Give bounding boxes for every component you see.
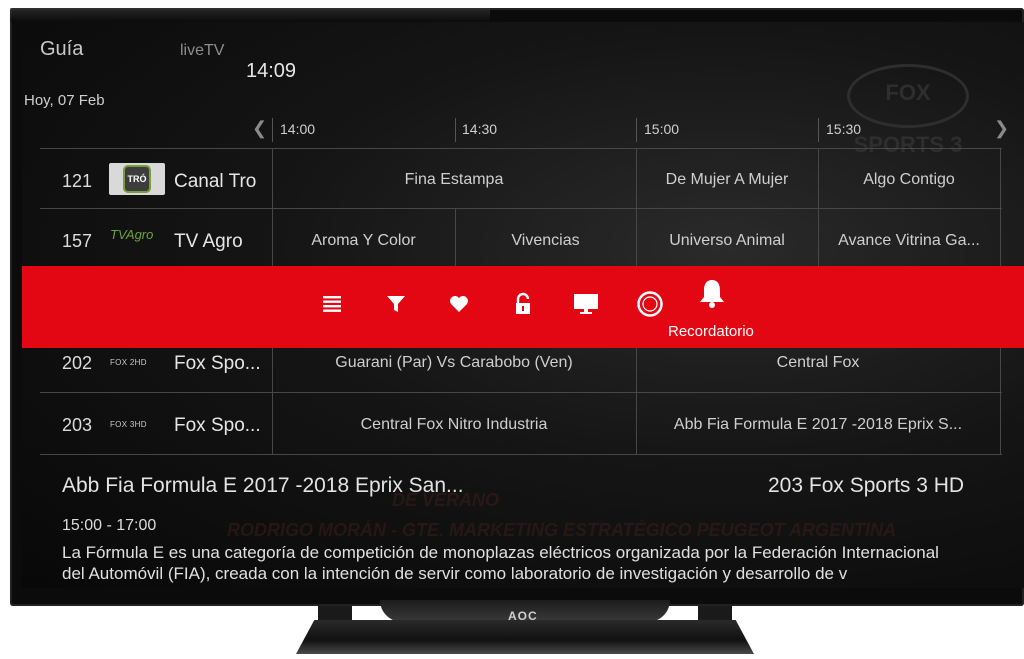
background-banner-line2: RODRIGO MORÁN - GTE. MARKETING ESTRATÉGI…	[227, 520, 897, 540]
program-cell[interactable]: Guarani (Par) Vs Carabobo (Ven)	[273, 354, 635, 372]
channel-name: Canal Tro	[174, 171, 257, 192]
grid-line	[40, 208, 1002, 209]
tv-stand-base	[296, 620, 754, 654]
program-cell[interactable]: Fina Estampa	[273, 171, 635, 189]
background-channel-logo: FOX SPORTS 3	[847, 64, 969, 157]
channel-number: 157	[62, 231, 93, 251]
time-tick	[818, 118, 819, 142]
guide-title: Guía	[40, 38, 84, 60]
reminder-label: Recordatorio	[668, 323, 754, 340]
program-description-line: del Automóvil (FIA), creada con la inten…	[62, 564, 848, 583]
livetv-label: liveTV	[180, 42, 225, 59]
channel-number: 203	[62, 415, 93, 435]
program-cell[interactable]: Aroma Y Color	[273, 232, 454, 250]
channel-logo: FOX 3HD	[110, 420, 147, 429]
filter-icon[interactable]	[382, 290, 410, 318]
channel-logo: TRÓ	[109, 163, 165, 195]
program-cell[interactable]: Central Fox	[637, 354, 999, 372]
program-cell[interactable]: Algo Contigo	[819, 171, 999, 189]
channel-logo: TVAgro	[110, 227, 154, 242]
program-time: 15:00 - 17:00	[62, 517, 157, 534]
grid-line	[40, 392, 1002, 393]
timeline-time-label: 15:00	[644, 121, 680, 137]
program-description-line: La Fórmula E es una categoría de competi…	[62, 543, 939, 562]
lock-icon[interactable]	[509, 290, 537, 318]
channel-logo-text: TRÓ	[123, 165, 151, 193]
tv-gloss	[10, 8, 490, 22]
time-tick	[272, 118, 273, 142]
channel-number: 121	[62, 171, 93, 191]
channel-name: TV Agro	[174, 231, 243, 252]
channel-logo: FOX 2HD	[110, 358, 147, 367]
time-tick	[455, 118, 456, 142]
channel-number: 202	[62, 353, 93, 373]
program-cell[interactable]: Vivencias	[456, 232, 635, 250]
grid-line	[1000, 348, 1001, 454]
guide-date: Hoy, 07 Feb	[24, 92, 105, 109]
timeline-next-arrow-icon[interactable]: ❯	[994, 118, 1009, 139]
program-cell[interactable]: Universo Animal	[637, 232, 817, 250]
timeline-prev-arrow-icon[interactable]: ❮	[252, 118, 267, 139]
time-tick	[636, 118, 637, 142]
current-time: 14:09	[246, 60, 297, 82]
grid-line	[40, 454, 1002, 455]
monitor-icon[interactable]	[572, 290, 600, 318]
heart-icon[interactable]	[445, 290, 473, 318]
program-cell[interactable]: Avance Vitrina Ga...	[819, 232, 999, 250]
program-title: Abb Fia Formula E 2017 -2018 Eprix San..…	[62, 474, 464, 497]
channel-name: Fox Spo...	[174, 415, 261, 436]
timeline-time-label: 14:00	[280, 121, 316, 137]
program-cell[interactable]: Central Fox Nitro Industria	[273, 416, 635, 434]
channel-name: Fox Spo...	[174, 353, 261, 374]
program-cell[interactable]: De Mujer A Mujer	[637, 171, 817, 189]
program-channel: 203 Fox Sports 3 HD	[768, 474, 965, 497]
bell-icon[interactable]	[697, 276, 727, 310]
tv-brand-logo: AOC	[508, 609, 538, 623]
timeline-time-label: 14:30	[462, 121, 498, 137]
program-description: La Fórmula E es una categoría de competi…	[62, 542, 992, 584]
list-icon[interactable]	[318, 290, 346, 318]
record-icon[interactable]	[636, 290, 664, 318]
timeline-time-label: 15:30	[826, 121, 862, 137]
program-cell[interactable]: Abb Fia Formula E 2017 -2018 Eprix S...	[637, 416, 999, 434]
